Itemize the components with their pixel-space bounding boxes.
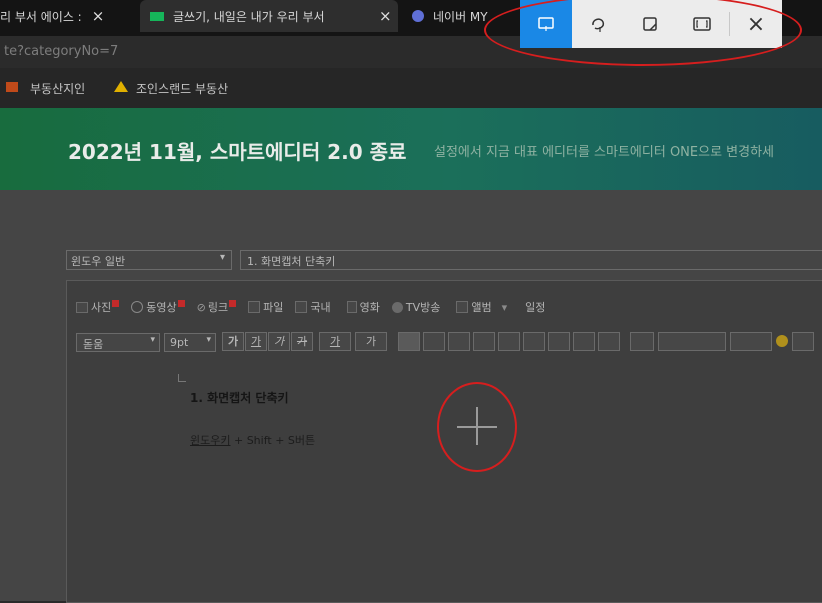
chevron-down-icon: ▾ (219, 252, 225, 263)
link-icon: ⊘ (196, 300, 206, 314)
domestic-label: 국내 (310, 301, 331, 314)
background-color-button[interactable]: 가 (355, 332, 387, 351)
file-button[interactable]: 파일 (248, 299, 283, 315)
special-char-icon[interactable] (792, 332, 814, 351)
tab-3-title: 네이버 MY (433, 9, 488, 24)
align-center-icon[interactable] (423, 332, 445, 351)
video-button[interactable]: 동영상 (131, 299, 185, 315)
schedule-button[interactable]: 일정 (525, 299, 545, 315)
album-label: 앨범 (471, 301, 492, 314)
banner-subtitle: 설정에서 지금 대표 에디터를 스마트에디터 ONE으로 변경하세 (434, 145, 775, 160)
strike-button[interactable]: 가 (291, 332, 313, 351)
tv-label: TV방송 (405, 301, 441, 314)
address-url: te?categoryNo=7 (4, 44, 119, 59)
numbered-list-icon[interactable] (498, 332, 520, 351)
outdent-icon[interactable] (548, 332, 570, 351)
emoticon-icon[interactable] (776, 335, 788, 347)
bold-button[interactable]: 가 (222, 332, 244, 351)
chevron-down-icon: ▾ (206, 335, 211, 345)
movie-icon (346, 301, 357, 313)
album-button[interactable]: 앨범 (456, 299, 492, 315)
file-icon (248, 301, 261, 313)
link-button[interactable]: ⊘ 링크 (196, 299, 237, 315)
align-buttons (398, 332, 624, 351)
spell-check-icon[interactable] (630, 332, 654, 351)
category-select[interactable]: 윈도우 일반 ▾ (66, 250, 232, 270)
tab-2[interactable]: 글쓰기, 내일은 내가 우리 부서 × (140, 0, 398, 32)
title-input[interactable]: 1. 화면캡처 단축키 (240, 250, 822, 270)
title-input-value: 1. 화면캡처 단축키 (247, 255, 336, 268)
font-select-value: 돋움 (83, 338, 104, 351)
photo-button[interactable]: 사진 (76, 299, 120, 315)
video-label: 동영상 (146, 301, 177, 314)
new-badge-icon (112, 299, 120, 307)
banner-title: 2022년 11월, 스마트에디터 2.0 종료 (68, 140, 407, 164)
bookmark-2-icon (114, 81, 128, 92)
style-buttons: 가 가 가 가 가 가 (222, 332, 394, 351)
tv-button[interactable]: TV방송 (391, 299, 441, 315)
album-icon (456, 301, 469, 313)
blog-favicon-icon (150, 11, 164, 21)
tab-1[interactable]: 리 부서 에이스 : × (0, 0, 140, 32)
tab-2-title: 글쓰기, 내일은 내가 우리 부서 (173, 9, 325, 24)
bookmarks-bar: 부동산지인 조인스랜드 부동산 (0, 68, 822, 108)
photo-label: 사진 (91, 301, 112, 314)
bullet-list-icon[interactable] (523, 332, 545, 351)
category-select-value: 윈도우 일반 (71, 255, 126, 268)
video-icon (131, 301, 144, 313)
link-label: 링크 (207, 301, 229, 314)
bookmark-1-icon (6, 82, 18, 92)
shortcut-rest: + Shift + S버튼 (230, 434, 316, 447)
align-right-icon[interactable] (448, 332, 470, 351)
photo-icon (76, 301, 88, 313)
more-dropdown-icon[interactable]: ▾ (502, 301, 508, 314)
bookmark-1[interactable]: 부동산지인 (30, 80, 85, 97)
body-heading: 1. 화면캡처 단축키 (190, 391, 289, 405)
line-height-icon[interactable] (598, 332, 620, 351)
new-badge-icon (177, 299, 185, 307)
size-select[interactable]: 9pt ▾ (164, 333, 216, 352)
annotation-circle-cursor (437, 382, 517, 472)
tv-icon (391, 301, 403, 313)
size-select-value: 9pt (170, 336, 189, 349)
map-icon (295, 301, 308, 313)
domestic-button[interactable]: 국내 (295, 299, 331, 315)
naver-favicon-icon (412, 10, 424, 22)
new-badge-icon (229, 299, 237, 307)
extra-buttons (630, 332, 820, 351)
align-justify-icon[interactable] (473, 332, 495, 351)
file-label: 파일 (263, 301, 284, 314)
notice-banner: 2022년 11월, 스마트에디터 2.0 종료 설정에서 지금 대표 에디터를… (0, 108, 822, 190)
movie-label: 영화 (359, 301, 380, 314)
bookmark-2[interactable]: 조인스랜드 부동산 (136, 80, 228, 97)
url-icon[interactable] (730, 332, 772, 351)
underline-button[interactable]: 가 (245, 332, 267, 351)
tab-2-close-icon[interactable]: × (379, 7, 392, 25)
body-shortcut-line: 윈도우키 + Shift + S버튼 (190, 432, 315, 448)
font-select[interactable]: 돋움 ▾ (76, 333, 160, 352)
align-left-icon[interactable] (398, 332, 420, 351)
insert-toolbar: 사진 동영상 ⊘ 링크 파일 국내 영화 TV방송 앨범 ▾ 일정 (76, 297, 816, 317)
indent-icon[interactable] (573, 332, 595, 351)
cursor-marker-icon (178, 374, 186, 382)
italic-button[interactable]: 가 (268, 332, 290, 351)
font-color-button[interactable]: 가 (319, 332, 351, 351)
quote-icon[interactable] (658, 332, 726, 351)
tab-1-title: 리 부서 에이스 : (0, 9, 82, 24)
shortcut-link[interactable]: 윈도우키 (190, 434, 230, 447)
chevron-down-icon: ▾ (150, 335, 155, 345)
tab-1-close-icon[interactable]: × (92, 7, 105, 25)
movie-button[interactable]: 영화 (346, 299, 380, 315)
